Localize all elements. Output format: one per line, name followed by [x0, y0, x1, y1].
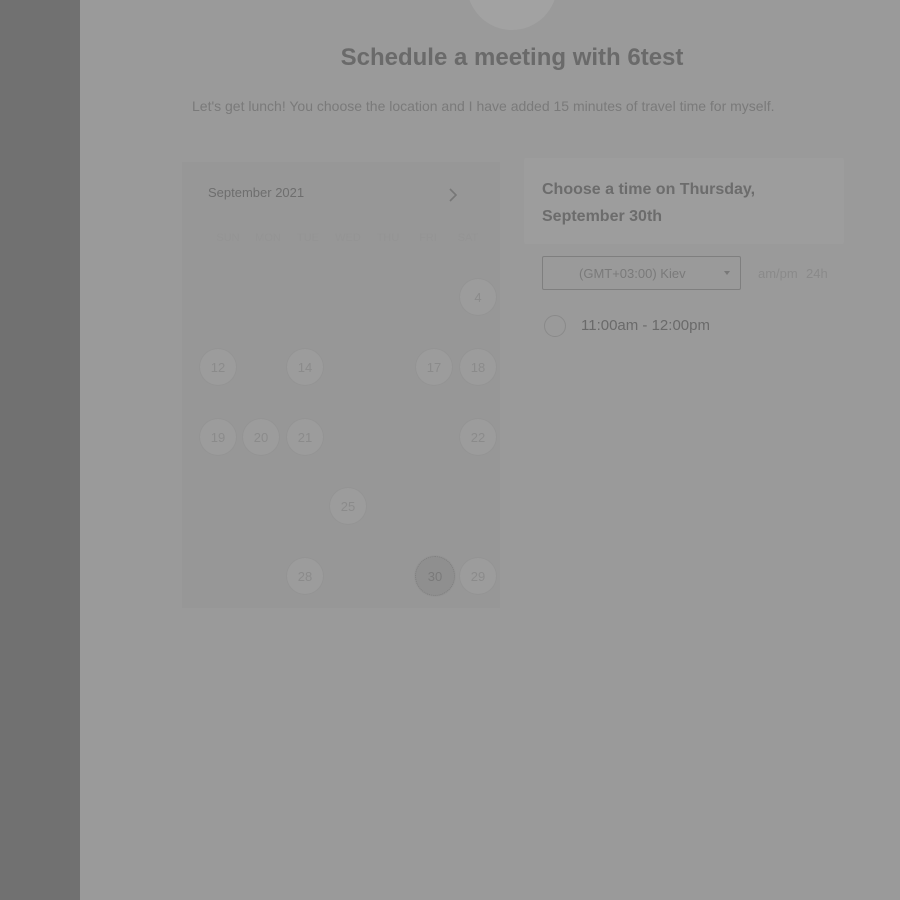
weekday-label: THU	[376, 232, 400, 244]
chevron-right-icon[interactable]	[442, 184, 464, 206]
weekday-label: WED	[335, 232, 361, 244]
calendar-day[interactable]: 28	[287, 558, 323, 594]
weekday-header: SUN MON TUE WED THU FRI SAT	[208, 232, 488, 248]
calendar-day[interactable]: 4	[460, 279, 496, 315]
calendar-day[interactable]: 18	[460, 349, 496, 385]
timezone-select[interactable]: (GMT+03:00) Kiev	[542, 256, 741, 290]
caret-down-icon	[724, 271, 730, 275]
calendar-day[interactable]: 22	[460, 419, 496, 455]
time-slot[interactable]: 11:00am - 12:00pm	[542, 312, 792, 340]
page-description: Let's get lunch! You choose the location…	[192, 98, 775, 114]
radio-icon[interactable]	[544, 315, 566, 337]
calendar-month-label: September 2021	[208, 185, 305, 200]
weekday-label: TUE	[297, 232, 319, 244]
time-heading: Choose a time on Thursday, September 30t…	[542, 181, 756, 225]
left-rail	[0, 0, 80, 900]
calendar-day[interactable]: 19	[200, 419, 236, 455]
time-slot-label: 11:00am - 12:00pm	[581, 317, 710, 334]
calendar-day[interactable]: 17	[416, 349, 452, 385]
calendar-day[interactable]: 21	[287, 419, 323, 455]
page-title: Schedule a meeting with 6test	[340, 44, 684, 71]
weekday-label: SAT	[457, 232, 479, 244]
calendar-panel	[182, 162, 500, 608]
calendar-day[interactable]: 25	[330, 488, 366, 524]
weekday-label: SUN	[216, 232, 240, 244]
timezone-value: (GMT+03:00) Kiev	[579, 266, 686, 281]
weekday-label: FRI	[419, 232, 437, 244]
calendar-day[interactable]: 12	[200, 349, 236, 385]
calendar-day[interactable]: 29	[460, 558, 496, 594]
calendar-day[interactable]: 14	[287, 349, 323, 385]
format-ampm-toggle[interactable]: am/pm	[758, 266, 798, 281]
calendar-day-selected[interactable]: 30	[415, 556, 455, 596]
format-24h-toggle[interactable]: 24h	[806, 266, 828, 281]
weekday-label: MON	[255, 232, 281, 244]
calendar-day[interactable]: 20	[243, 419, 279, 455]
